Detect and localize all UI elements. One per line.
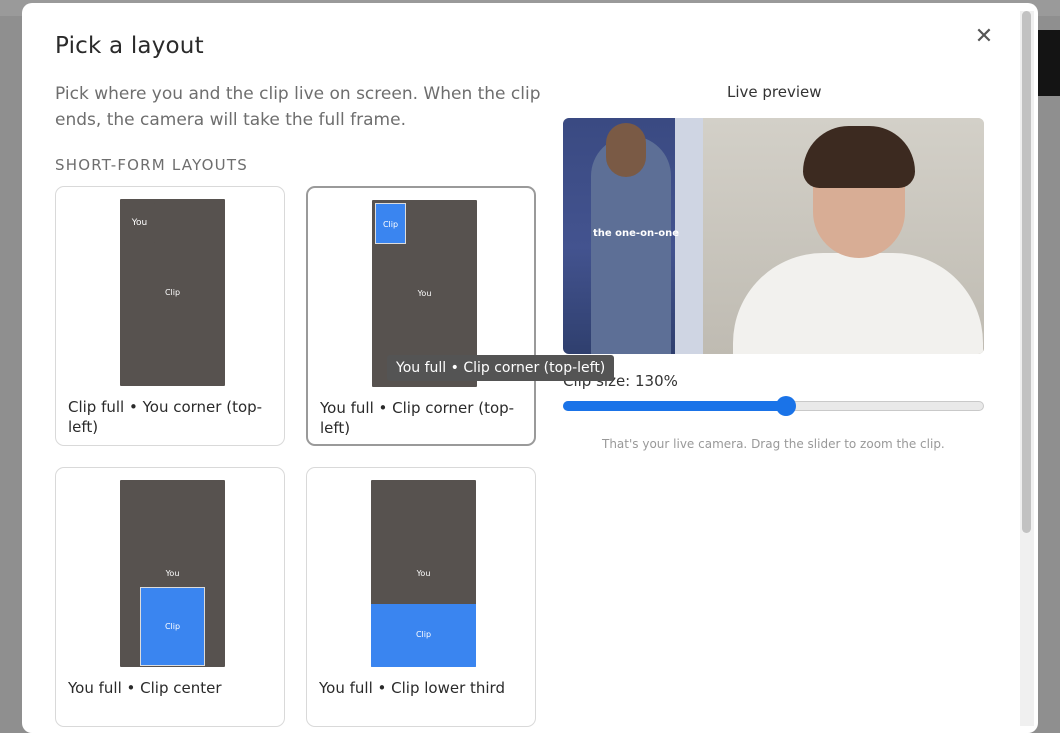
clip-feed: the one-on-one — [563, 118, 703, 354]
slider-thumb[interactable] — [776, 396, 797, 416]
you-region: You — [124, 203, 155, 243]
layout-tooltip: You full • Clip corner (top-left) — [387, 355, 615, 381]
scrollbar-thumb[interactable] — [1022, 11, 1031, 533]
layout-thumbnail: You Clip — [120, 480, 225, 667]
clip-label: Clip — [415, 630, 432, 639]
clip-edge — [675, 118, 703, 354]
clip-region: Clip — [375, 203, 406, 244]
preview-label: Live preview — [727, 83, 822, 101]
modal-description: Pick where you and the clip live on scre… — [55, 84, 541, 130]
layout-caption: You full • Clip lower third — [319, 679, 505, 697]
section-label: SHORT-FORM LAYOUTS — [55, 156, 248, 174]
clip-region: Clip — [140, 587, 205, 666]
you-label: You — [131, 218, 148, 228]
slider-fill — [563, 401, 787, 411]
layout-thumbnail: You Clip — [120, 199, 225, 386]
slider-hint: That's your live camera. Drag the slider… — [602, 437, 945, 451]
clip-label: Clip — [164, 622, 181, 631]
modal-title: Pick a layout — [55, 33, 204, 59]
close-icon[interactable]: ✕ — [972, 25, 996, 49]
you-label: You — [165, 569, 180, 578]
clip-person-head — [606, 123, 646, 177]
layout-card-clip-full-you-corner[interactable]: You Clip Clip full • You corner (top-lef… — [55, 186, 285, 446]
clip-size-slider[interactable] — [563, 396, 984, 416]
live-preview: the one-on-one — [563, 118, 984, 354]
layout-card-you-full-clip-center[interactable]: You Clip You full • Clip center — [55, 467, 285, 727]
camera-person-shirt — [733, 253, 983, 354]
clip-region: Clip — [371, 604, 476, 667]
layout-card-you-full-clip-lower-third[interactable]: You Clip You full • Clip lower third — [306, 467, 536, 727]
layout-caption: You full • Clip center — [68, 679, 222, 697]
camera-feed — [703, 118, 984, 354]
layout-thumbnail: You Clip — [371, 480, 476, 667]
you-label: You — [416, 569, 431, 578]
layout-modal: ✕ Pick a layout Pick where you and the c… — [22, 3, 1038, 733]
clip-label: Clip — [164, 288, 181, 297]
clip-label: Clip — [382, 220, 399, 229]
you-label: You — [417, 289, 432, 298]
layout-caption: Clip full • You corner (top-left) — [68, 398, 263, 436]
layout-card-you-full-clip-corner[interactable]: Clip You You full • Clip corner (top-lef… — [306, 186, 536, 446]
camera-person-hair — [803, 126, 915, 188]
clip-overlay-text: the one-on-one — [593, 228, 679, 239]
layout-caption: You full • Clip corner (top-left) — [320, 399, 515, 437]
